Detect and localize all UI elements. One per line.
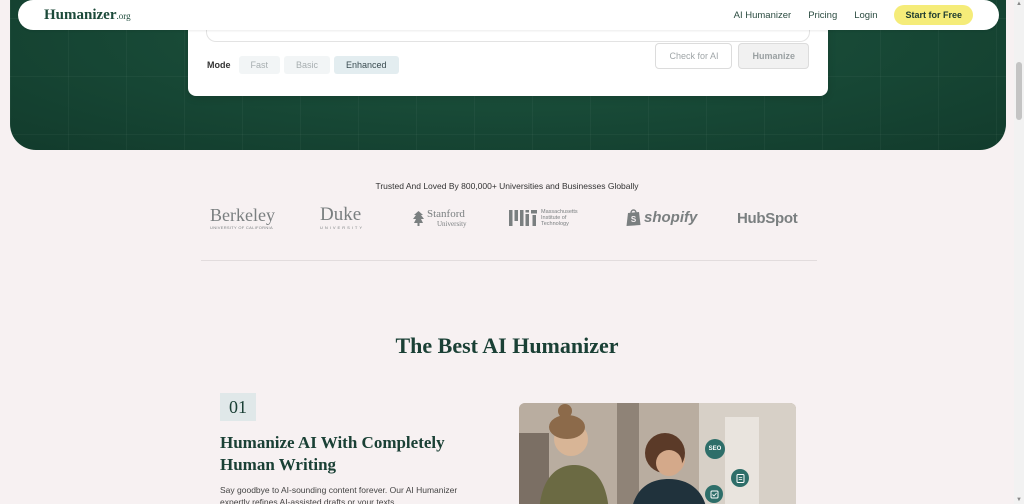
shopify-bag-icon: S: [626, 209, 641, 226]
top-navbar: Humanizer.org AI Humanizer Pricing Login…: [18, 0, 999, 30]
shopify-wordmark: shopify: [644, 209, 698, 226]
feature-description: Say goodbye to AI-sounding content forev…: [220, 485, 458, 504]
svg-text:S: S: [631, 215, 637, 224]
page-scrollbar[interactable]: ▲ ▼: [1014, 0, 1024, 504]
duke-subtitle: UNIVERSITY: [320, 225, 365, 230]
people-working-illustration: [519, 403, 796, 504]
trusted-by-text: Trusted And Loved By 800,000+ Universiti…: [375, 181, 639, 191]
feature-number-badge: 01: [220, 393, 256, 421]
edit-badge: [705, 485, 723, 503]
berkeley-wordmark: Berkeley: [210, 205, 275, 225]
berkeley-logo: Berkeley UNIVERSITY OF CALIFORNIA: [210, 206, 275, 230]
mode-enhanced-button[interactable]: Enhanced: [334, 56, 399, 74]
mode-basic-button[interactable]: Basic: [284, 56, 331, 74]
scrollbar-thumb[interactable]: [1016, 62, 1022, 120]
hubspot-logo: HubSpot: [737, 210, 798, 227]
editor-actions: Check for AI Humanize: [655, 43, 809, 69]
feature-photo: SEO: [519, 403, 796, 504]
start-for-free-button[interactable]: Start for Free: [894, 5, 973, 25]
mit-icon: [509, 210, 537, 226]
mit-logo: Massachusetts Institute of Technology: [509, 209, 587, 227]
clipboard-icon: [736, 474, 744, 483]
nav-link-login[interactable]: Login: [854, 10, 877, 21]
mit-name: Massachusetts Institute of Technology: [541, 209, 578, 227]
humanize-button[interactable]: Humanize: [738, 43, 809, 69]
duke-logo: Duke UNIVERSITY: [320, 204, 365, 230]
nav-link-pricing[interactable]: Pricing: [808, 10, 837, 21]
nav-link-ai-humanizer[interactable]: AI Humanizer: [734, 10, 792, 21]
scroll-up-icon[interactable]: ▲: [1016, 1, 1022, 7]
stanford-logo: Stanford University: [413, 209, 467, 228]
duke-wordmark: Duke: [320, 204, 362, 225]
nav-links: AI Humanizer Pricing Login Start for Fre…: [734, 5, 973, 25]
mode-label: Mode: [207, 60, 231, 70]
section-divider: [201, 260, 817, 261]
trusted-logos-row: Berkeley UNIVERSITY OF CALIFORNIA Duke U…: [205, 204, 805, 236]
mode-selector: Mode Fast Basic Enhanced: [207, 56, 399, 74]
section-title: The Best AI Humanizer: [395, 333, 619, 358]
stanford-wordmark: Stanford: [427, 208, 465, 220]
clipboard-badge: [731, 469, 749, 487]
logo-name: Humanizer: [44, 6, 117, 23]
check-document-icon: [710, 490, 718, 498]
site-logo[interactable]: Humanizer.org: [44, 7, 131, 24]
scroll-down-icon[interactable]: ▼: [1016, 497, 1022, 503]
feature-title: Humanize AI With Completely Human Writin…: [220, 433, 445, 474]
logo-tld: .org: [116, 10, 131, 21]
check-for-ai-button[interactable]: Check for AI: [655, 43, 733, 69]
berkeley-subtitle: UNIVERSITY OF CALIFORNIA: [210, 225, 273, 230]
seo-badge: SEO: [705, 439, 725, 459]
stanford-subtitle: University: [437, 220, 467, 228]
mode-fast-button[interactable]: Fast: [238, 56, 281, 74]
shopify-logo: S shopify: [626, 209, 697, 226]
stanford-tree-icon: [413, 211, 424, 226]
